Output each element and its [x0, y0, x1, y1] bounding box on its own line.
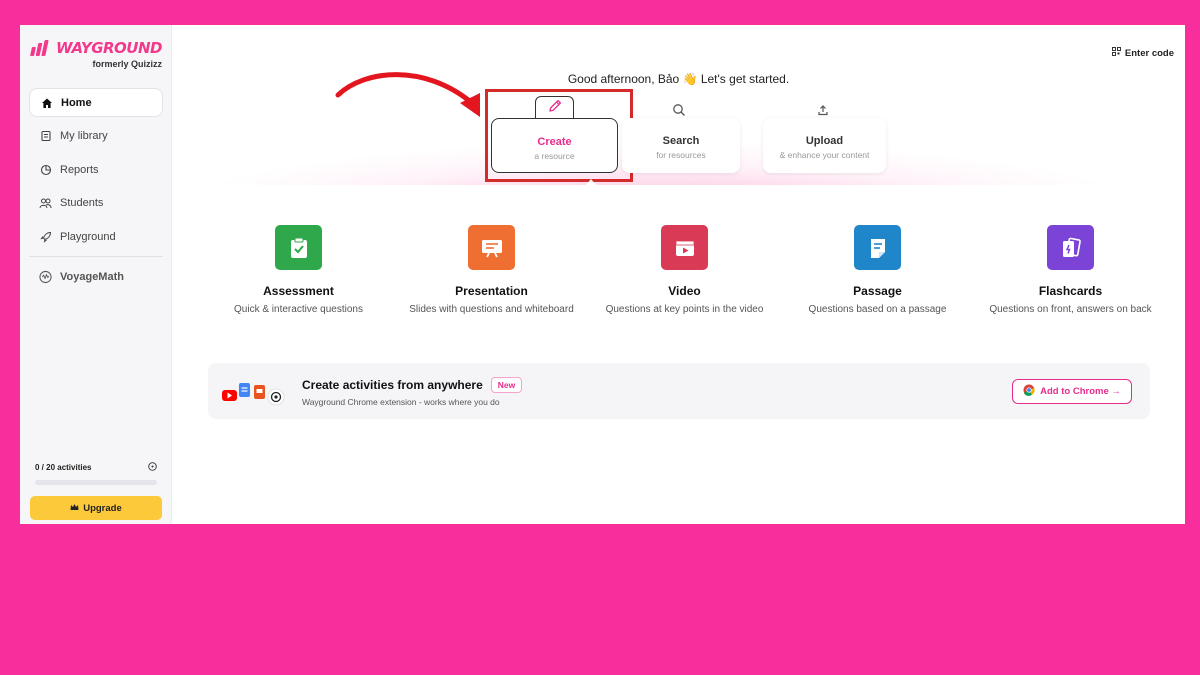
- chrome-extension-promo: Create activities from anywhere New Wayg…: [208, 363, 1150, 419]
- sidebar-item-label: My library: [60, 130, 108, 143]
- type-description: Questions based on a passage: [808, 304, 947, 315]
- sidebar-item-label: Home: [61, 96, 92, 109]
- tab-title: Upload: [805, 135, 844, 147]
- type-title: Flashcards: [1038, 284, 1103, 298]
- tab-title: Search: [662, 135, 700, 147]
- sidebar-item-label: Playground: [60, 230, 116, 243]
- app-integrations-icon: [222, 383, 285, 406]
- sidebar-item-playground[interactable]: Playground: [29, 222, 163, 251]
- logo[interactable]: WAYGROUND formerly Quizizz: [30, 39, 163, 69]
- sidebar-item-voyagemath[interactable]: VoyageMath: [29, 263, 163, 292]
- sidebar-divider: [29, 255, 163, 257]
- flashcards-icon: [1047, 225, 1094, 270]
- resource-types: Assessment Quick & interactive questions…: [202, 225, 1172, 317]
- type-title: Presentation: [455, 284, 528, 298]
- main-content: Enter code Good afternoon, Bảo 👋 Let's g…: [172, 25, 1185, 524]
- add-to-chrome-button[interactable]: Add to Chrome →: [1012, 379, 1132, 404]
- type-flashcards[interactable]: Flashcards Questions on front, answers o…: [974, 225, 1167, 317]
- brand-subtitle: formerly Quizizz: [92, 59, 162, 69]
- reports-icon: [39, 163, 52, 176]
- video-icon: [661, 225, 708, 270]
- type-title: Passage: [853, 284, 902, 298]
- highlight-box: [485, 89, 633, 182]
- type-description: Questions at key points in the video: [605, 304, 764, 315]
- type-description: Quick & interactive questions: [234, 304, 363, 315]
- tab-subtitle: & enhance your content: [779, 150, 870, 160]
- add-to-chrome-label: Add to Chrome →: [1040, 386, 1121, 397]
- app-window: WAYGROUND formerly Quizizz Home My libra…: [20, 25, 1185, 524]
- promo-title-row: Create activities from anywhere New: [302, 377, 523, 393]
- type-presentation[interactable]: Presentation Slides with questions and w…: [395, 225, 588, 317]
- clipboard-check-icon: [275, 225, 322, 270]
- rocket-icon: [39, 230, 52, 243]
- upgrade-button[interactable]: Upgrade: [30, 496, 162, 520]
- chrome-icon: [1023, 384, 1035, 399]
- info-icon[interactable]: [148, 462, 157, 473]
- sidebar-item-students[interactable]: Students: [29, 189, 163, 218]
- voyagemath-icon: [39, 271, 52, 284]
- brand-name: WAYGROUND: [55, 39, 163, 57]
- tab-search[interactable]: Search for resources: [622, 118, 740, 173]
- promo-title: Create activities from anywhere: [302, 378, 483, 392]
- new-badge: New: [490, 377, 523, 393]
- library-icon: [39, 130, 52, 143]
- home-icon: [40, 96, 53, 109]
- type-assessment[interactable]: Assessment Quick & interactive questions: [202, 225, 395, 317]
- sidebar-item-home[interactable]: Home: [29, 88, 163, 117]
- annotation-arrow-icon: [335, 72, 480, 117]
- usage-count: 0 / 20 activities: [35, 463, 92, 472]
- enter-code-icon: [1111, 47, 1121, 59]
- enter-code-button[interactable]: Enter code: [1111, 47, 1174, 59]
- greeting: Good afternoon, Bảo 👋 Let's get started.: [567, 72, 790, 86]
- sidebar-item-label: Reports: [60, 163, 99, 176]
- type-title: Video: [668, 284, 701, 298]
- sidebar-item-label: Students: [60, 197, 104, 210]
- type-description: Questions on front, answers on back: [989, 304, 1152, 315]
- type-video[interactable]: Video Questions at key points in the vid…: [588, 225, 781, 317]
- active-tab-caret: [586, 179, 596, 185]
- upgrade-label: Upgrade: [83, 502, 122, 514]
- sidebar-item-library[interactable]: My library: [29, 122, 163, 151]
- sidebar-nav: Home My library Reports Students Playgro…: [29, 88, 163, 297]
- logo-mark-icon: [30, 40, 52, 56]
- passage-icon: [854, 225, 901, 270]
- type-passage[interactable]: Passage Questions based on a passage: [781, 225, 974, 317]
- sidebar-item-label: VoyageMath: [60, 271, 124, 284]
- crown-icon: [70, 503, 79, 514]
- promo-subtitle: Wayground Chrome extension - works where…: [302, 397, 500, 407]
- type-description: Slides with questions and whiteboard: [409, 304, 574, 315]
- presentation-icon: [468, 225, 515, 270]
- sidebar: WAYGROUND formerly Quizizz Home My libra…: [20, 25, 172, 524]
- sidebar-item-reports[interactable]: Reports: [29, 155, 163, 184]
- usage-meter: 0 / 20 activities: [35, 462, 157, 485]
- tab-subtitle: for resources: [656, 150, 706, 160]
- enter-code-label: Enter code: [1124, 47, 1174, 59]
- type-title: Assessment: [263, 284, 334, 298]
- tab-upload[interactable]: Upload & enhance your content: [763, 118, 886, 173]
- usage-progress-bar: [35, 480, 157, 485]
- students-icon: [39, 197, 52, 210]
